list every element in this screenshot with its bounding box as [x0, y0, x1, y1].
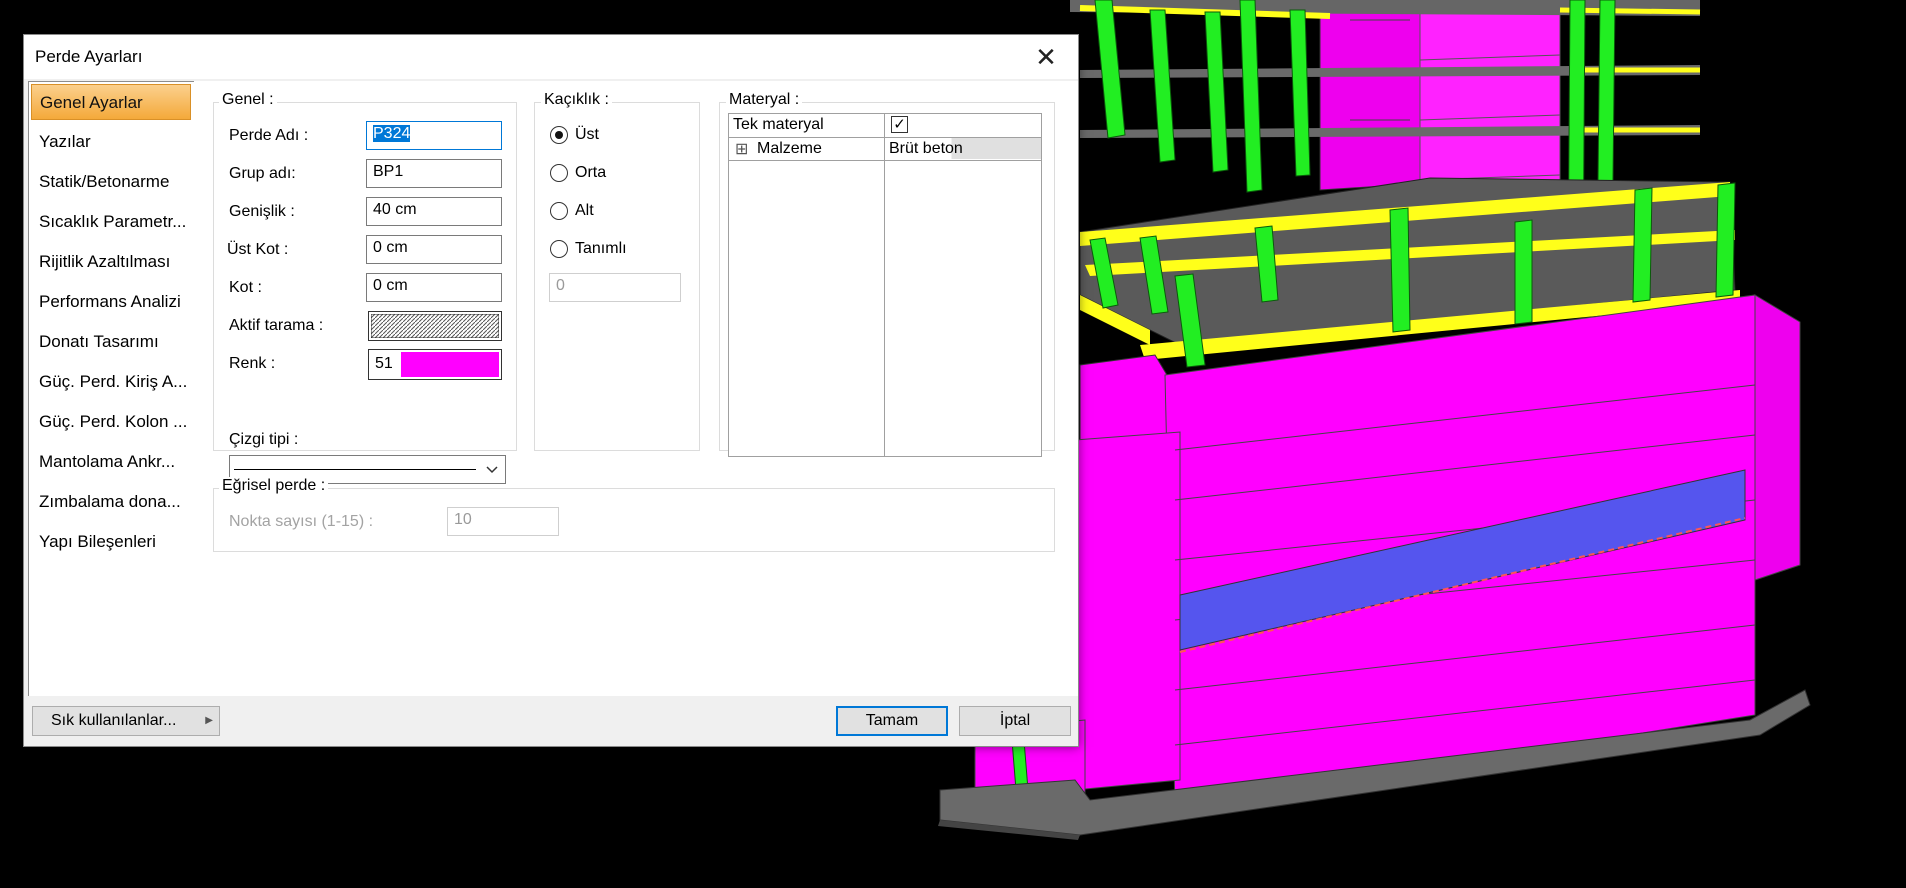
hatch-pattern-icon	[370, 313, 500, 339]
sidebar-item-yapi-bilesenleri[interactable]: Yapı Bileşenleri	[31, 524, 191, 560]
nokta-sayisi-field[interactable]: 10	[447, 507, 559, 536]
malzeme-label: Malzeme	[757, 140, 822, 157]
solid-line-sample	[234, 469, 476, 470]
radio-alt[interactable]	[550, 202, 568, 220]
sidebar-item-guc-perd-kiris[interactable]: Güç. Perd. Kiriş A...	[31, 364, 191, 400]
radio-alt-label[interactable]: Alt	[575, 202, 594, 220]
aktif-tarama-swatch[interactable]	[368, 311, 502, 341]
sidebar-item-guc-perd-kolon[interactable]: Güç. Perd. Kolon ...	[31, 404, 191, 440]
renk-label: Renk :	[229, 355, 276, 372]
sidebar-item-donati-tasarimi[interactable]: Donatı Tasarımı	[31, 324, 191, 360]
sidebar-item-zimbalama-donatisi[interactable]: Zımbalama dona...	[31, 484, 191, 520]
malzeme-value: Brüt beton	[889, 140, 963, 157]
renk-color-swatch	[401, 352, 499, 377]
caret-right-icon: ▶	[205, 715, 213, 726]
kot-field[interactable]: 0 cm	[366, 273, 502, 302]
aktif-tarama-label: Aktif tarama :	[229, 317, 324, 334]
tek-materyal-checkbox[interactable]: ✓	[891, 116, 908, 133]
grup-adi-field[interactable]: BP1	[366, 159, 502, 188]
dialog-title: Perde Ayarları	[35, 47, 143, 66]
favorites-label: Sık kullanılanlar...	[51, 712, 177, 729]
grid-column-divider	[884, 114, 885, 456]
ust-kot-field[interactable]: 0 cm	[366, 235, 502, 264]
radio-orta[interactable]	[550, 164, 568, 182]
perde-ayarlari-dialog: Perde Ayarları ✕ Genel Ayarlar Yazılar S…	[23, 34, 1079, 747]
settings-sidebar: Genel Ayarlar Yazılar Statik/Betonarme S…	[28, 81, 196, 698]
genislik-label: Genişlik :	[229, 203, 295, 220]
perde-adi-value: P324	[373, 125, 411, 142]
renk-value: 51	[375, 355, 393, 372]
genel-legend: Genel :	[219, 91, 277, 109]
radio-ust-label[interactable]: Üst	[575, 126, 599, 144]
favorites-button[interactable]: Sık kullanılanlar... ▶	[32, 706, 220, 736]
expand-icon[interactable]: ⊞	[735, 139, 748, 159]
malzeme-value-cell[interactable]: Brüt beton	[887, 138, 1041, 159]
sidebar-item-sicaklik-parametreleri[interactable]: Sıcaklık Parametr...	[31, 204, 191, 240]
sidebar-item-yazilar[interactable]: Yazılar	[31, 124, 191, 160]
grup-adi-label: Grup adı:	[229, 165, 296, 182]
sidebar-item-mantolama-ankraj[interactable]: Mantolama Ankr...	[31, 444, 191, 480]
kaciklik-legend: Kaçıklık :	[541, 91, 612, 109]
materyal-legend: Materyal :	[726, 91, 803, 109]
renk-picker[interactable]: 51	[368, 349, 502, 380]
sidebar-item-performans-analizi[interactable]: Performans Analizi	[31, 284, 191, 320]
radio-orta-label[interactable]: Orta	[575, 164, 606, 182]
sidebar-item-genel-ayarlar[interactable]: Genel Ayarlar	[31, 84, 191, 120]
radio-selected-dot	[555, 131, 563, 139]
iptal-button[interactable]: İptal	[959, 706, 1071, 736]
nokta-sayisi-label: Nokta sayısı (1-15) :	[229, 513, 374, 530]
dialog-footer: Sık kullanılanlar... ▶ Tamam İptal	[24, 696, 1078, 746]
egrisel-perde-legend: Eğrisel perde :	[219, 477, 329, 495]
radio-tanimli-label[interactable]: Tanımlı	[575, 240, 627, 258]
sidebar-item-statik-betonarme[interactable]: Statik/Betonarme	[31, 164, 191, 200]
tamam-button[interactable]: Tamam	[836, 706, 948, 736]
genislik-field[interactable]: 40 cm	[366, 197, 502, 226]
kot-label: Kot :	[229, 279, 262, 296]
radio-tanimli[interactable]	[550, 240, 568, 258]
dialog-titlebar[interactable]: Perde Ayarları ✕	[24, 35, 1078, 79]
perde-adi-label: Perde Adı :	[229, 127, 309, 144]
perde-adi-field[interactable]: P324	[366, 121, 502, 150]
chevron-down-icon	[486, 466, 498, 474]
cizgi-tipi-label: Çizgi tipi :	[229, 431, 299, 448]
grid-row-divider	[729, 160, 1041, 161]
radio-ust[interactable]	[550, 126, 568, 144]
tek-materyal-label: Tek materyal	[733, 116, 824, 133]
sidebar-item-rijitlik-azaltilmasi[interactable]: Rijitlik Azaltılması	[31, 244, 191, 280]
tanimli-value-field[interactable]: 0	[549, 273, 681, 302]
property-grid: Tek materyal ✓ ⊞ Malzeme Brüt beton	[728, 113, 1042, 457]
ust-kot-label: Üst Kot :	[227, 241, 289, 258]
settings-content: Genel : Perde Adı : P324 Grup adı: BP1 G…	[194, 81, 1078, 696]
close-icon[interactable]: ✕	[1033, 44, 1059, 71]
